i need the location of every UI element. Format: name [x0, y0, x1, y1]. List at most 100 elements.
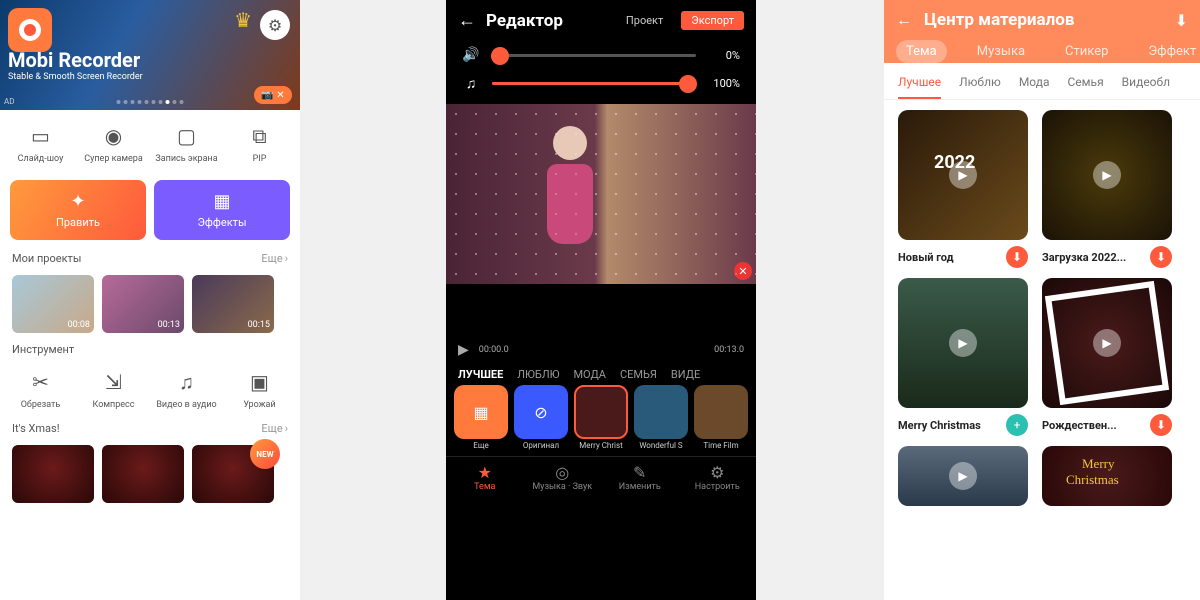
- tab-love[interactable]: ЛЮБЛЮ: [517, 368, 559, 381]
- project-button[interactable]: Проект: [626, 14, 663, 27]
- material-card[interactable]: 2022▶ Новый год⬇: [898, 110, 1028, 268]
- theme-time-film[interactable]: Time Film: [694, 385, 748, 450]
- project-thumb[interactable]: 00:15: [192, 275, 274, 333]
- effects-button[interactable]: ▦Эффекты: [154, 180, 290, 240]
- download-button[interactable]: ⬇: [1150, 414, 1172, 436]
- theme-wonderful[interactable]: Wonderful S: [634, 385, 688, 450]
- speaker-volume-slider[interactable]: [492, 54, 696, 57]
- pip-icon: ⧉: [223, 122, 296, 150]
- music-volume-slider[interactable]: [492, 82, 696, 85]
- subtab-videoblog[interactable]: Видеобл: [1122, 71, 1170, 99]
- time-current: 00:00.0: [479, 345, 509, 355]
- record-icon: ▢: [150, 122, 223, 150]
- camera-badge[interactable]: 📷 ✕: [254, 86, 292, 104]
- pip-button[interactable]: ⧉PIP: [223, 122, 296, 164]
- xmas-thumb[interactable]: NEW: [192, 445, 274, 503]
- material-card[interactable]: ▶: [898, 446, 1028, 506]
- tab-music[interactable]: Музыка: [967, 40, 1035, 63]
- play-icon: ▶: [1093, 161, 1121, 189]
- play-icon: ▶: [949, 329, 977, 357]
- video-preview[interactable]: ✕: [446, 104, 756, 284]
- download-button[interactable]: ⬇: [1150, 246, 1172, 268]
- play-button[interactable]: ▶: [458, 342, 469, 358]
- tab-family[interactable]: СЕМЬЯ: [620, 368, 657, 381]
- project-thumb[interactable]: 00:13: [102, 275, 184, 333]
- nav-adjust[interactable]: ⚙Настроить: [679, 457, 757, 496]
- material-card[interactable]: ▶ Рождествен...⬇: [1042, 278, 1172, 436]
- xmas-more[interactable]: Еще›: [261, 422, 288, 435]
- tab-effect[interactable]: Эффект: [1138, 40, 1200, 63]
- download-all-icon[interactable]: ⬇: [1175, 11, 1188, 30]
- chevron-right-icon: ›: [285, 422, 288, 435]
- materials-title: Центр материалов: [924, 10, 1163, 30]
- banner-title: Mobi Recorder: [8, 48, 292, 72]
- effects-icon: ▦: [213, 191, 230, 212]
- ad-label: AD: [4, 97, 14, 106]
- camera-icon: ◉: [77, 122, 150, 150]
- download-button[interactable]: ⬇: [1006, 246, 1028, 268]
- projects-title: Мои проекты: [12, 252, 81, 265]
- tab-best[interactable]: ЛУЧШЕЕ: [458, 368, 503, 381]
- super-camera-button[interactable]: ◉Супер камера: [77, 122, 150, 164]
- edit-button[interactable]: ✦Править: [10, 180, 146, 240]
- add-button[interactable]: +: [1006, 414, 1028, 436]
- screen-record-button[interactable]: ▢Запись экрана: [150, 122, 223, 164]
- star-icon: ★: [446, 463, 524, 482]
- material-card[interactable]: ▶ Загрузка 2022...⬇: [1042, 110, 1172, 268]
- wand-icon: ✦: [70, 191, 85, 212]
- theme-merry-christmas[interactable]: Merry Christ: [574, 385, 628, 450]
- time-total: 00:13.0: [714, 345, 744, 355]
- theme-tabs: ЛУЧШЕЕ ЛЮБЛЮ МОДА СЕМЬЯ ВИДЕ: [446, 360, 756, 385]
- video-to-audio-button[interactable]: ♫Видео в аудио: [150, 368, 223, 410]
- xmas-title: It's Xmas!: [12, 422, 60, 435]
- project-thumb[interactable]: 00:08: [12, 275, 94, 333]
- scissors-icon: ✂: [4, 368, 77, 396]
- chevron-right-icon: ›: [285, 252, 288, 265]
- speaker-volume-value: 0%: [708, 49, 740, 62]
- music-volume-value: 100%: [708, 77, 740, 90]
- ad-banner[interactable]: ♛ ⚙ Mobi Recorder Stable & Smooth Screen…: [0, 0, 300, 110]
- speaker-icon: 🔊: [462, 47, 480, 63]
- back-button[interactable]: ←: [458, 10, 476, 31]
- close-overlay-button[interactable]: ✕: [734, 262, 752, 280]
- editor-title: Редактор: [486, 11, 616, 31]
- tab-fashion[interactable]: МОДА: [573, 368, 606, 381]
- slideshow-icon: ▭: [4, 122, 77, 150]
- xmas-thumb[interactable]: [102, 445, 184, 503]
- compress-icon: ⇲: [77, 368, 150, 396]
- theme-original[interactable]: ⊘Оригинал: [514, 385, 568, 450]
- tab-sticker[interactable]: Стикер: [1055, 40, 1118, 63]
- slideshow-button[interactable]: ▭Слайд-шоу: [4, 122, 77, 164]
- camera-icon: [8, 8, 52, 52]
- new-badge: NEW: [250, 439, 280, 469]
- crop-icon: ▣: [223, 368, 296, 396]
- banner-subtitle: Stable & Smooth Screen Recorder: [8, 72, 292, 82]
- sliders-icon: ⚙: [679, 463, 757, 482]
- export-button[interactable]: Экспорт: [681, 11, 744, 30]
- subtab-best[interactable]: Лучшее: [898, 71, 941, 99]
- subtab-fashion[interactable]: Мода: [1019, 71, 1050, 99]
- tools-title: Инструмент: [12, 343, 74, 356]
- play-icon: ▶: [949, 462, 977, 490]
- banner-pagination: [117, 100, 184, 104]
- compress-button[interactable]: ⇲Компресс: [77, 368, 150, 410]
- nav-edit[interactable]: ✎Изменить: [601, 457, 679, 496]
- tab-video[interactable]: ВИДЕ: [671, 368, 700, 381]
- projects-more[interactable]: Еще›: [261, 252, 288, 265]
- crop-button[interactable]: ▣Урожай: [223, 368, 296, 410]
- pencil-icon: ✎: [601, 463, 679, 482]
- nav-music[interactable]: ◎Музыка · Звук: [524, 457, 602, 496]
- nav-theme[interactable]: ★Тема: [446, 457, 524, 496]
- back-button[interactable]: ←: [896, 10, 912, 30]
- tab-theme[interactable]: Тема: [896, 40, 947, 63]
- gear-icon[interactable]: ⚙: [260, 10, 290, 40]
- trim-button[interactable]: ✂Обрезать: [4, 368, 77, 410]
- crown-icon[interactable]: ♛: [234, 8, 252, 32]
- material-card[interactable]: MerryChristmas: [1042, 446, 1172, 506]
- disc-icon: ◎: [524, 463, 602, 482]
- material-card[interactable]: ▶ Merry Christmas+: [898, 278, 1028, 436]
- subtab-family[interactable]: Семья: [1067, 71, 1103, 99]
- subtab-love[interactable]: Люблю: [959, 71, 1001, 99]
- xmas-thumb[interactable]: [12, 445, 94, 503]
- theme-more[interactable]: ▦Еще: [454, 385, 508, 450]
